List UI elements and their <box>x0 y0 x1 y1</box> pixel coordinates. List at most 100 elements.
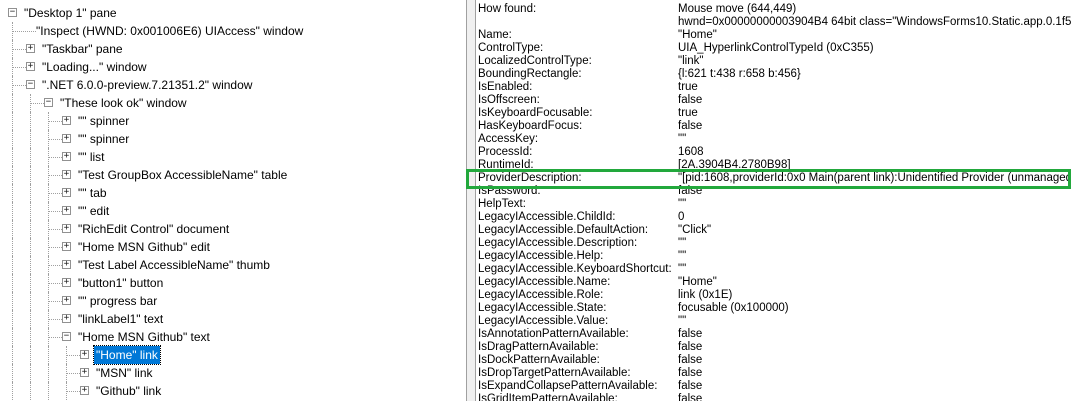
expand-icon[interactable]: + <box>62 134 71 143</box>
expand-icon[interactable]: + <box>62 314 71 323</box>
property-row[interactable]: IsExpandCollapsePatternAvailable: false <box>476 380 1071 393</box>
property-row[interactable]: ProviderDescription: "[pid:1608,providerI… <box>476 172 1071 185</box>
expand-icon[interactable]: + <box>80 350 89 359</box>
expand-icon[interactable]: + <box>62 206 71 215</box>
property-row[interactable]: IsOffscreen: false <box>476 94 1071 107</box>
tree-node[interactable]: + "" list <box>0 148 466 166</box>
collapse-icon[interactable]: − <box>8 8 17 17</box>
tree-node[interactable]: − "Desktop 1" pane <box>0 4 466 22</box>
property-row[interactable]: LegacyIAccessible.Value: "" <box>476 315 1071 328</box>
expand-icon[interactable]: + <box>80 368 89 377</box>
tree-node-label[interactable]: "Test Label AccessibleName" thumb <box>76 256 272 274</box>
collapse-icon[interactable]: − <box>44 98 53 107</box>
tree-node-label[interactable]: "Desktop 1" pane <box>22 4 119 22</box>
expand-icon[interactable]: + <box>62 296 71 305</box>
tree-node-label-selected[interactable]: "Home" link <box>93 345 161 365</box>
tree-node[interactable]: + "Taskbar" pane <box>0 40 466 58</box>
tree-node-label[interactable]: "Home MSN Github" edit <box>76 238 212 256</box>
tree-node[interactable]: + "" progress bar <box>0 292 466 310</box>
expand-icon[interactable]: + <box>62 116 71 125</box>
property-row[interactable]: IsGridItemPatternAvailable: false <box>476 393 1071 401</box>
property-row[interactable]: LegacyIAccessible.KeyboardShortcut: "" <box>476 263 1071 276</box>
property-row[interactable]: LegacyIAccessible.Name: "Home" <box>476 276 1071 289</box>
property-row[interactable]: RuntimeId: [2A.3904B4.2780B98] <box>476 159 1071 172</box>
property-row[interactable]: LegacyIAccessible.Role: link (0x1E) <box>476 289 1071 302</box>
tree-node[interactable]: "Inspect (HWND: 0x001006E6) UIAccess" wi… <box>0 22 466 40</box>
property-row[interactable]: How found: Mouse move (644,449) <box>476 3 1071 16</box>
tree-node[interactable]: − "Home MSN Github" text <box>0 328 466 346</box>
tree-node[interactable]: + "button1" button <box>0 274 466 292</box>
tree-node-label[interactable]: "Taskbar" pane <box>40 40 125 58</box>
tree-node[interactable]: + "" spinner <box>0 112 466 130</box>
expand-icon[interactable]: + <box>62 260 71 269</box>
tree-node-label[interactable]: "Home MSN Github" text <box>76 328 212 346</box>
expand-icon[interactable]: + <box>62 188 71 197</box>
tree-node[interactable]: + "MSN" link <box>0 364 466 382</box>
property-row[interactable]: IsDragPatternAvailable: false <box>476 341 1071 354</box>
property-row[interactable]: LegacyIAccessible.State: focusable (0x100… <box>476 302 1071 315</box>
property-row[interactable]: IsKeyboardFocusable: true <box>476 107 1071 120</box>
tree-node[interactable]: + "Test Label AccessibleName" thumb <box>0 256 466 274</box>
tree-node[interactable]: + "" tab <box>0 184 466 202</box>
tree-node[interactable]: + "Loading..." window <box>0 58 466 76</box>
property-row[interactable]: HasKeyboardFocus: false <box>476 120 1071 133</box>
tree-node[interactable]: − "These look ok" window <box>0 94 466 112</box>
splitter[interactable] <box>467 0 475 401</box>
tree-node-label[interactable]: "" list <box>76 148 107 166</box>
expand-icon[interactable]: + <box>62 152 71 161</box>
tree-node-label[interactable]: "Test GroupBox AccessibleName" table <box>76 166 289 184</box>
tree-node[interactable]: − ".NET 6.0.0-preview.7.21351.2" window <box>0 76 466 94</box>
property-row[interactable]: LegacyIAccessible.Description: "" <box>476 237 1071 250</box>
tree-node-label[interactable]: "Inspect (HWND: 0x001006E6) UIAccess" wi… <box>34 22 305 40</box>
property-row[interactable]: IsPassword: false <box>476 185 1071 198</box>
tree-node-label[interactable]: "linkLabel1" text <box>76 310 165 328</box>
property-row[interactable]: ControlType: UIA_HyperlinkControlTypeId (… <box>476 42 1071 55</box>
property-row[interactable]: Name: "Home" <box>476 29 1071 42</box>
tree-node[interactable]: + "Home" link <box>0 345 466 365</box>
tree-node-label[interactable]: "Loading..." window <box>40 58 149 76</box>
tree-node[interactable]: + "linkLabel1" text <box>0 310 466 328</box>
tree-node[interactable]: + "" spinner <box>0 130 466 148</box>
tree-node[interactable]: + "RichEdit Control" document <box>0 220 466 238</box>
tree-node[interactable]: + "Home MSN Github" edit <box>0 238 466 256</box>
tree-node[interactable]: + "Test GroupBox AccessibleName" table <box>0 166 466 184</box>
collapse-icon[interactable]: − <box>26 80 35 89</box>
property-row[interactable]: LegacyIAccessible.ChildId: 0 <box>476 211 1071 224</box>
property-row[interactable]: ProcessId: 1608 <box>476 146 1071 159</box>
tree-node-label[interactable]: "RichEdit Control" document <box>76 220 231 238</box>
expand-icon[interactable]: + <box>62 224 71 233</box>
property-row[interactable]: IsDockPatternAvailable: false <box>476 354 1071 367</box>
tree-node-label[interactable]: "" progress bar <box>76 292 159 310</box>
properties-panel[interactable]: How found: Mouse move (644,449) hwnd=0x000… <box>475 0 1071 401</box>
property-row[interactable]: LegacyIAccessible.Help: "" <box>476 250 1071 263</box>
property-row[interactable]: LocalizedControlType: "link" <box>476 55 1071 68</box>
property-row[interactable]: IsDropTargetPatternAvailable: false <box>476 367 1071 380</box>
expand-icon[interactable]: + <box>62 170 71 179</box>
property-row[interactable]: HelpText: "" <box>476 198 1071 211</box>
property-row[interactable]: BoundingRectangle: {l:621 t:438 r:658 b:4… <box>476 68 1071 81</box>
property-row[interactable]: hwnd=0x00000000003904B4 64bit class="Win… <box>476 16 1071 29</box>
property-row[interactable]: LegacyIAccessible.DefaultAction: "Click" <box>476 224 1071 237</box>
tree-node[interactable]: + "Github" link <box>0 382 466 400</box>
collapse-icon[interactable]: − <box>62 332 71 341</box>
tree-node[interactable]: + "" edit <box>0 202 466 220</box>
tree-node-label[interactable]: "" tab <box>76 184 109 202</box>
expand-icon[interactable]: + <box>62 242 71 251</box>
tree-node-label[interactable]: "" spinner <box>76 130 131 148</box>
tree-node-label[interactable]: ".NET 6.0.0-preview.7.21351.2" window <box>40 76 254 94</box>
tree-node-label[interactable]: "button1" button <box>76 274 165 292</box>
property-row[interactable]: IsEnabled: true <box>476 81 1071 94</box>
property-row[interactable]: IsAnnotationPatternAvailable: false <box>476 328 1071 341</box>
expand-icon[interactable]: + <box>26 44 35 53</box>
tree-connector <box>48 310 49 328</box>
element-tree[interactable]: − "Desktop 1" pane "Inspect (HWND: 0x00100… <box>0 0 467 401</box>
tree-node-label[interactable]: "Github" link <box>94 382 163 400</box>
tree-node-label[interactable]: "" spinner <box>76 112 131 130</box>
expand-icon[interactable]: + <box>80 386 89 395</box>
expand-icon[interactable]: + <box>26 62 35 71</box>
tree-node-label[interactable]: "" edit <box>76 202 111 220</box>
property-row[interactable]: AccessKey: "" <box>476 133 1071 146</box>
tree-node-label[interactable]: "These look ok" window <box>58 94 189 112</box>
tree-node-label[interactable]: "MSN" link <box>94 364 155 382</box>
expand-icon[interactable]: + <box>62 278 71 287</box>
